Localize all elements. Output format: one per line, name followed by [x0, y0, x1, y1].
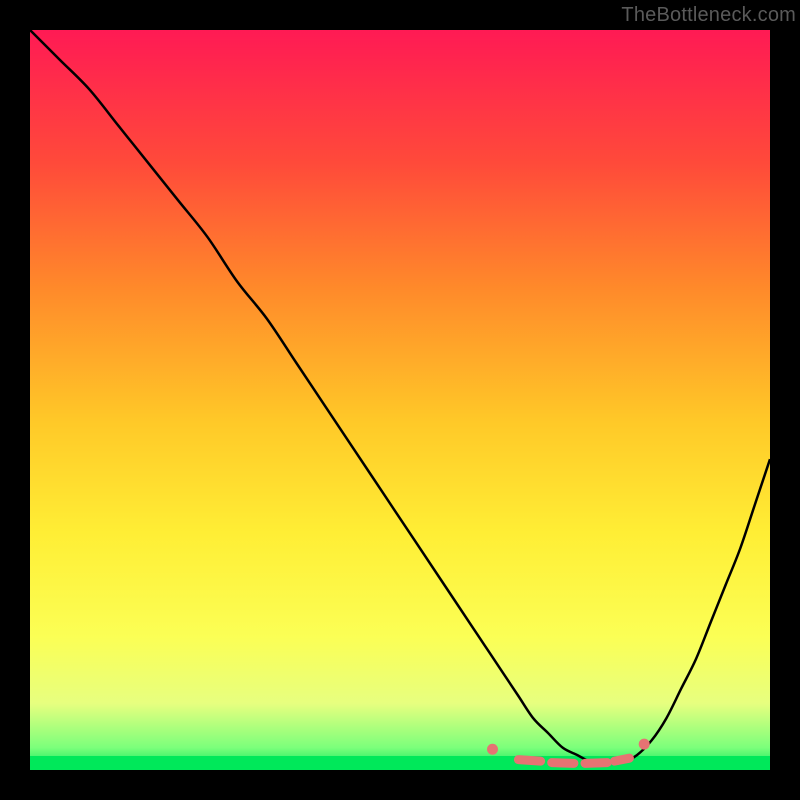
trough-dash	[552, 763, 574, 764]
trough-dash	[518, 760, 540, 761]
trough-dash	[585, 763, 607, 764]
bottleneck-curve	[30, 30, 770, 763]
curve-svg	[30, 30, 770, 770]
plot-area	[30, 30, 770, 770]
chart-frame: TheBottleneck.com	[0, 0, 800, 800]
watermark-text: TheBottleneck.com	[621, 4, 796, 27]
trough-dot	[639, 739, 650, 750]
trough-dot	[487, 744, 498, 755]
trough-dash	[615, 758, 630, 761]
